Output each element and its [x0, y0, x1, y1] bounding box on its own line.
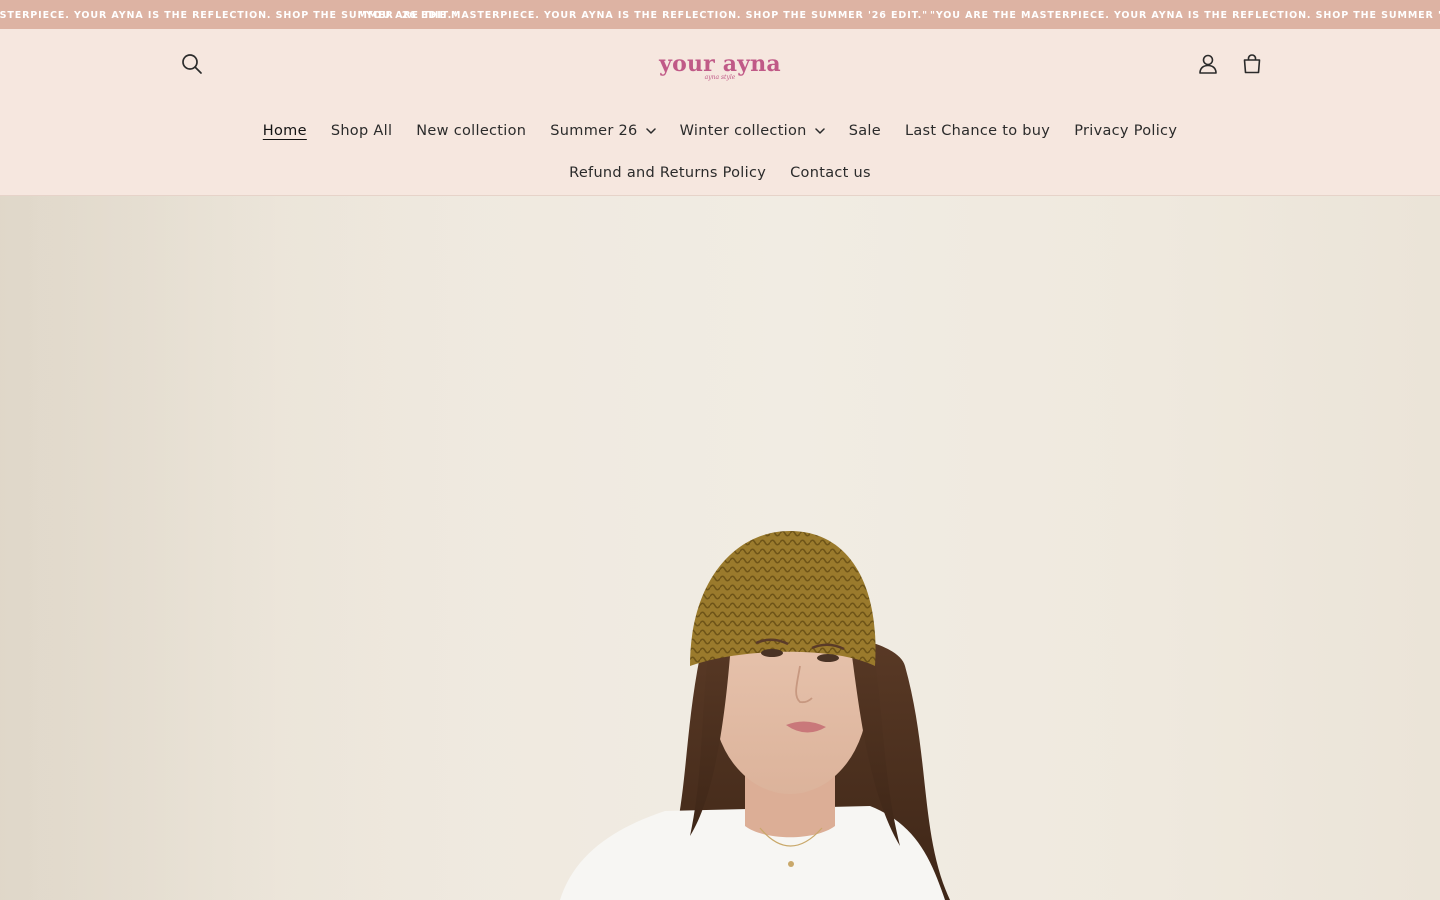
site-logo[interactable]: your ayna ayna style	[640, 43, 800, 87]
hero-model-illustration	[560, 531, 950, 900]
search-icon	[182, 54, 202, 74]
hero-banner-image[interactable]	[0, 196, 1440, 900]
nav-label: Last Chance to buy	[904, 123, 1051, 139]
main-nav-row-2: Refund and Returns Policy Contact us	[0, 159, 1440, 187]
nav-item-home[interactable]: Home	[251, 117, 319, 145]
nav-label: Contact us	[790, 165, 871, 181]
nav-label: Sale	[848, 123, 881, 139]
nav-label: New collection	[416, 123, 527, 139]
account-button[interactable]	[1186, 42, 1230, 86]
nav-label: Winter collection	[679, 123, 807, 139]
announcement-bar: "YOU ARE THE MASTERPIECE. YOUR AYNA IS T…	[0, 0, 1440, 29]
announcement-message: "YOU ARE THE MASTERPIECE. YOUR AYNA IS T…	[360, 10, 928, 21]
cart-button[interactable]	[1230, 42, 1274, 86]
nav-item-privacy-policy[interactable]: Privacy Policy	[1062, 117, 1189, 145]
nav-item-shop-all[interactable]: Shop All	[319, 117, 404, 145]
nav-label: Shop All	[330, 123, 393, 139]
nav-item-new-collection[interactable]: New collection	[404, 117, 538, 145]
user-icon	[1199, 54, 1217, 74]
search-button[interactable]	[170, 42, 214, 86]
nav-label: Privacy Policy	[1074, 123, 1178, 139]
nav-item-summer-26[interactable]: Summer 26	[538, 117, 667, 145]
nav-label: Summer 26	[550, 123, 638, 139]
nav-item-contact-us[interactable]: Contact us	[778, 159, 883, 187]
nav-item-refund-returns[interactable]: Refund and Returns Policy	[557, 159, 778, 187]
chevron-down-icon	[645, 128, 656, 134]
nav-item-sale[interactable]: Sale	[837, 117, 893, 145]
announcement-message: "YOU ARE THE MASTERPIECE. YOUR AYNA IS T…	[930, 10, 1440, 21]
main-nav: Home Shop All New collection Summer 26 W…	[0, 117, 1440, 145]
chevron-down-icon	[814, 128, 825, 134]
shopping-bag-icon	[1243, 54, 1261, 74]
nav-label: Refund and Returns Policy	[569, 165, 767, 181]
site-header: your ayna ayna style Home Shop All New c…	[0, 29, 1440, 196]
nav-item-last-chance[interactable]: Last Chance to buy	[893, 117, 1062, 145]
nav-label: Home	[262, 123, 307, 139]
nav-item-winter-collection[interactable]: Winter collection	[668, 117, 837, 145]
